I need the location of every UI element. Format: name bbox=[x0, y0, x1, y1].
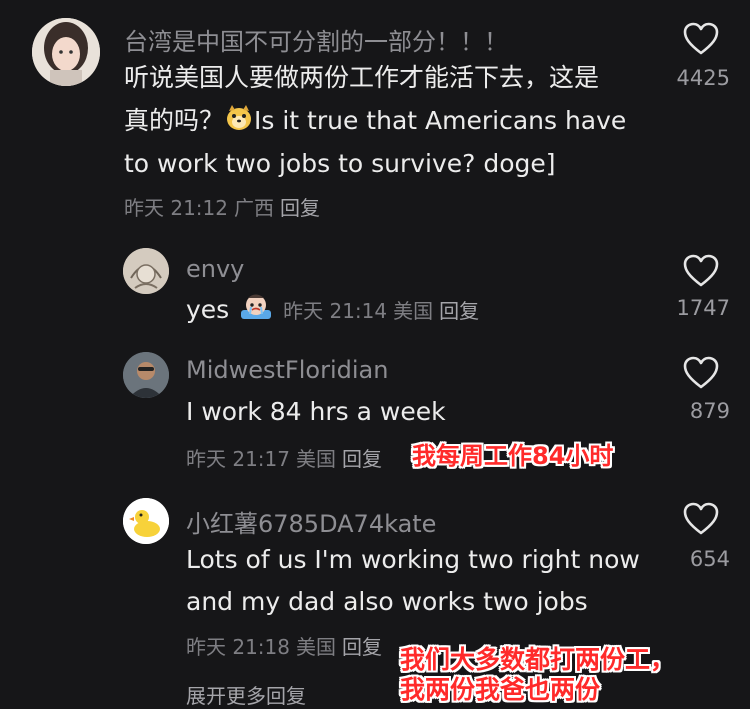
comment-meta: 昨天 21:14 美国 回复 bbox=[283, 299, 485, 323]
expand-more-replies[interactable]: 展开更多回复 bbox=[186, 680, 306, 709]
comment-location: 广西 bbox=[234, 196, 274, 220]
heart-icon[interactable] bbox=[683, 22, 719, 56]
comment-location: 美国 bbox=[393, 299, 434, 323]
comment-text-line: 听说美国人要做两份工作才能活下去，这是 bbox=[124, 63, 600, 92]
comment-username[interactable]: 台湾是中国不可分割的一部分！！！ bbox=[124, 22, 508, 57]
doge-emoji-icon bbox=[224, 101, 254, 144]
comment-time: 昨天 21:14 bbox=[283, 299, 388, 323]
heart-icon[interactable] bbox=[683, 254, 719, 288]
comment-text-line: I work 84 hrs a week bbox=[186, 397, 446, 426]
comment-text-line: and my dad also works two jobs bbox=[186, 587, 588, 616]
heart-icon[interactable] bbox=[683, 502, 719, 536]
comment-username[interactable]: 小红薯6785DA74kate bbox=[186, 504, 436, 539]
comment-text-line: Lots of us I'm working two right now bbox=[186, 545, 640, 574]
comment-location: 美国 bbox=[296, 635, 336, 659]
comment-text-line: to work two jobs to survive? doge] bbox=[124, 149, 556, 178]
user-avatar[interactable] bbox=[123, 248, 169, 294]
comment-location: 美国 bbox=[296, 447, 336, 471]
user-avatar[interactable] bbox=[123, 352, 169, 398]
comment-meta: 昨天 21:18 美国 回复 bbox=[186, 631, 388, 660]
comment-meta: 昨天 21:17 美国 回复 bbox=[186, 443, 388, 472]
comment-time: 昨天 21:12 bbox=[124, 196, 228, 220]
like-count: 1747 bbox=[676, 296, 730, 320]
comment-username[interactable]: MidwestFloridian bbox=[186, 356, 388, 384]
like-count: 4425 bbox=[676, 66, 730, 90]
user-avatar[interactable] bbox=[123, 498, 169, 544]
duck-avatar-icon bbox=[123, 498, 169, 544]
reply-button[interactable]: 回复 bbox=[280, 196, 320, 220]
comment-text-segment: 真的吗？ bbox=[124, 106, 225, 135]
comment-time: 昨天 21:18 bbox=[186, 635, 290, 659]
comment-time: 昨天 21:17 bbox=[186, 447, 290, 471]
man-avatar-icon bbox=[123, 352, 169, 398]
comment-username[interactable]: envy bbox=[186, 255, 244, 283]
comment-1: 台湾是中国不可分割的一部分！！！ 听说美国人要做两份工作才能活下去，这是 真的吗… bbox=[0, 0, 750, 240]
crying-emoji-icon bbox=[237, 290, 275, 333]
like-count: 879 bbox=[689, 399, 730, 423]
comment-text-segment: yes bbox=[186, 295, 230, 324]
heart-icon[interactable] bbox=[683, 356, 719, 390]
comment-3: MidwestFloridian I work 84 hrs a week 昨天… bbox=[0, 340, 750, 490]
translation-overlay: 我两份我爸也两份 bbox=[400, 675, 601, 704]
reply-button[interactable]: 回复 bbox=[342, 635, 382, 659]
comment-2: envy yes 昨天 21:14 美国 回复 1747 bbox=[0, 240, 750, 340]
comment-meta: 昨天 21:12 广西 回复 bbox=[124, 192, 326, 221]
reply-button[interactable]: 回复 bbox=[342, 447, 382, 471]
comment-text-line: yes 昨天 21:14 美国 回复 bbox=[186, 288, 485, 333]
reply-button[interactable]: 回复 bbox=[439, 299, 479, 323]
girl-portrait-icon bbox=[32, 18, 100, 86]
comment-text-segment: Is it true that Americans have bbox=[254, 106, 627, 135]
comment-4: 小红薯6785DA74kate Lots of us I'm working t… bbox=[0, 490, 750, 708]
like-count: 654 bbox=[689, 547, 730, 571]
translation-overlay: 我每周工作84小时 bbox=[412, 442, 614, 470]
comment-text-line: 真的吗？ Is it true that Americans have bbox=[124, 99, 626, 144]
sketch-avatar-icon bbox=[123, 248, 169, 294]
user-avatar[interactable] bbox=[32, 18, 100, 86]
